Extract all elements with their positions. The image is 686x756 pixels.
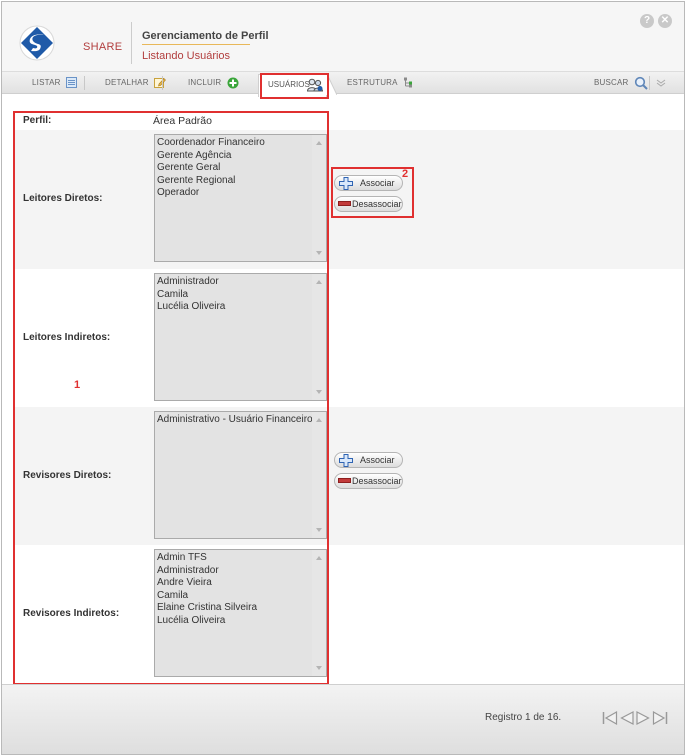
next-page-icon[interactable] [636,711,650,725]
tree-structure-icon [403,77,412,88]
tab-detalhar[interactable]: DETALHAR [105,72,167,94]
chevron-down-icon[interactable] [656,78,666,88]
header: SHARE Gerenciamento de Perfil Listando U… [2,2,684,72]
tab-listar[interactable]: LISTAR [32,72,78,94]
toolbar-divider [649,76,650,90]
add-icon [227,77,239,89]
page-subtitle: Listando Usuários [142,50,231,62]
tab-buscar[interactable]: BUSCAR [594,72,648,94]
plus-icon [339,454,353,467]
associar-revisores-button[interactable]: Associar [334,452,403,468]
last-page-icon[interactable] [652,711,668,725]
share-logo [19,25,55,61]
tab-estrutura[interactable]: ESTRUTURA [347,72,414,94]
tab-listar-label: LISTAR [32,78,61,87]
annotation-box-1 [13,111,329,685]
toolbar: LISTAR DETALHAR INCLUIR ESTRUTURA BUSCAR [2,72,684,94]
tab-incluir-label: INCLUIR [188,78,222,87]
first-page-icon[interactable] [602,711,618,725]
tab-detalhar-label: DETALHAR [105,78,149,87]
annotation-box-usuarios [260,73,329,99]
tab-estrutura-label: ESTRUTURA [347,78,398,87]
search-icon [634,76,648,90]
record-counter: Registro 1 de 16. [485,712,562,723]
tab-incluir[interactable]: INCLUIR [188,72,239,94]
edit-icon [154,78,167,89]
annotation-label-2: 2 [402,168,409,180]
toolbar-divider [162,76,163,90]
minus-icon [338,478,351,483]
toolbar-divider [84,76,85,90]
associar-label: Associar [360,455,395,465]
help-icon[interactable]: ? [640,14,654,28]
tab-buscar-label: BUSCAR [594,78,629,87]
list-icon [66,77,78,89]
header-divider [131,22,132,64]
desassociar-label: Desassociar [352,476,402,486]
annotation-label-1: 1 [74,379,81,391]
footer: Registro 1 de 16. [2,684,684,754]
title-underline [142,44,250,45]
brand-name: SHARE [83,41,123,53]
previous-page-icon[interactable] [620,711,634,725]
page-title: Gerenciamento de Perfil [142,30,269,42]
close-icon[interactable]: ✕ [658,14,672,28]
app-window: SHARE Gerenciamento de Perfil Listando U… [1,1,685,755]
desassociar-revisores-button[interactable]: Desassociar [334,473,403,489]
